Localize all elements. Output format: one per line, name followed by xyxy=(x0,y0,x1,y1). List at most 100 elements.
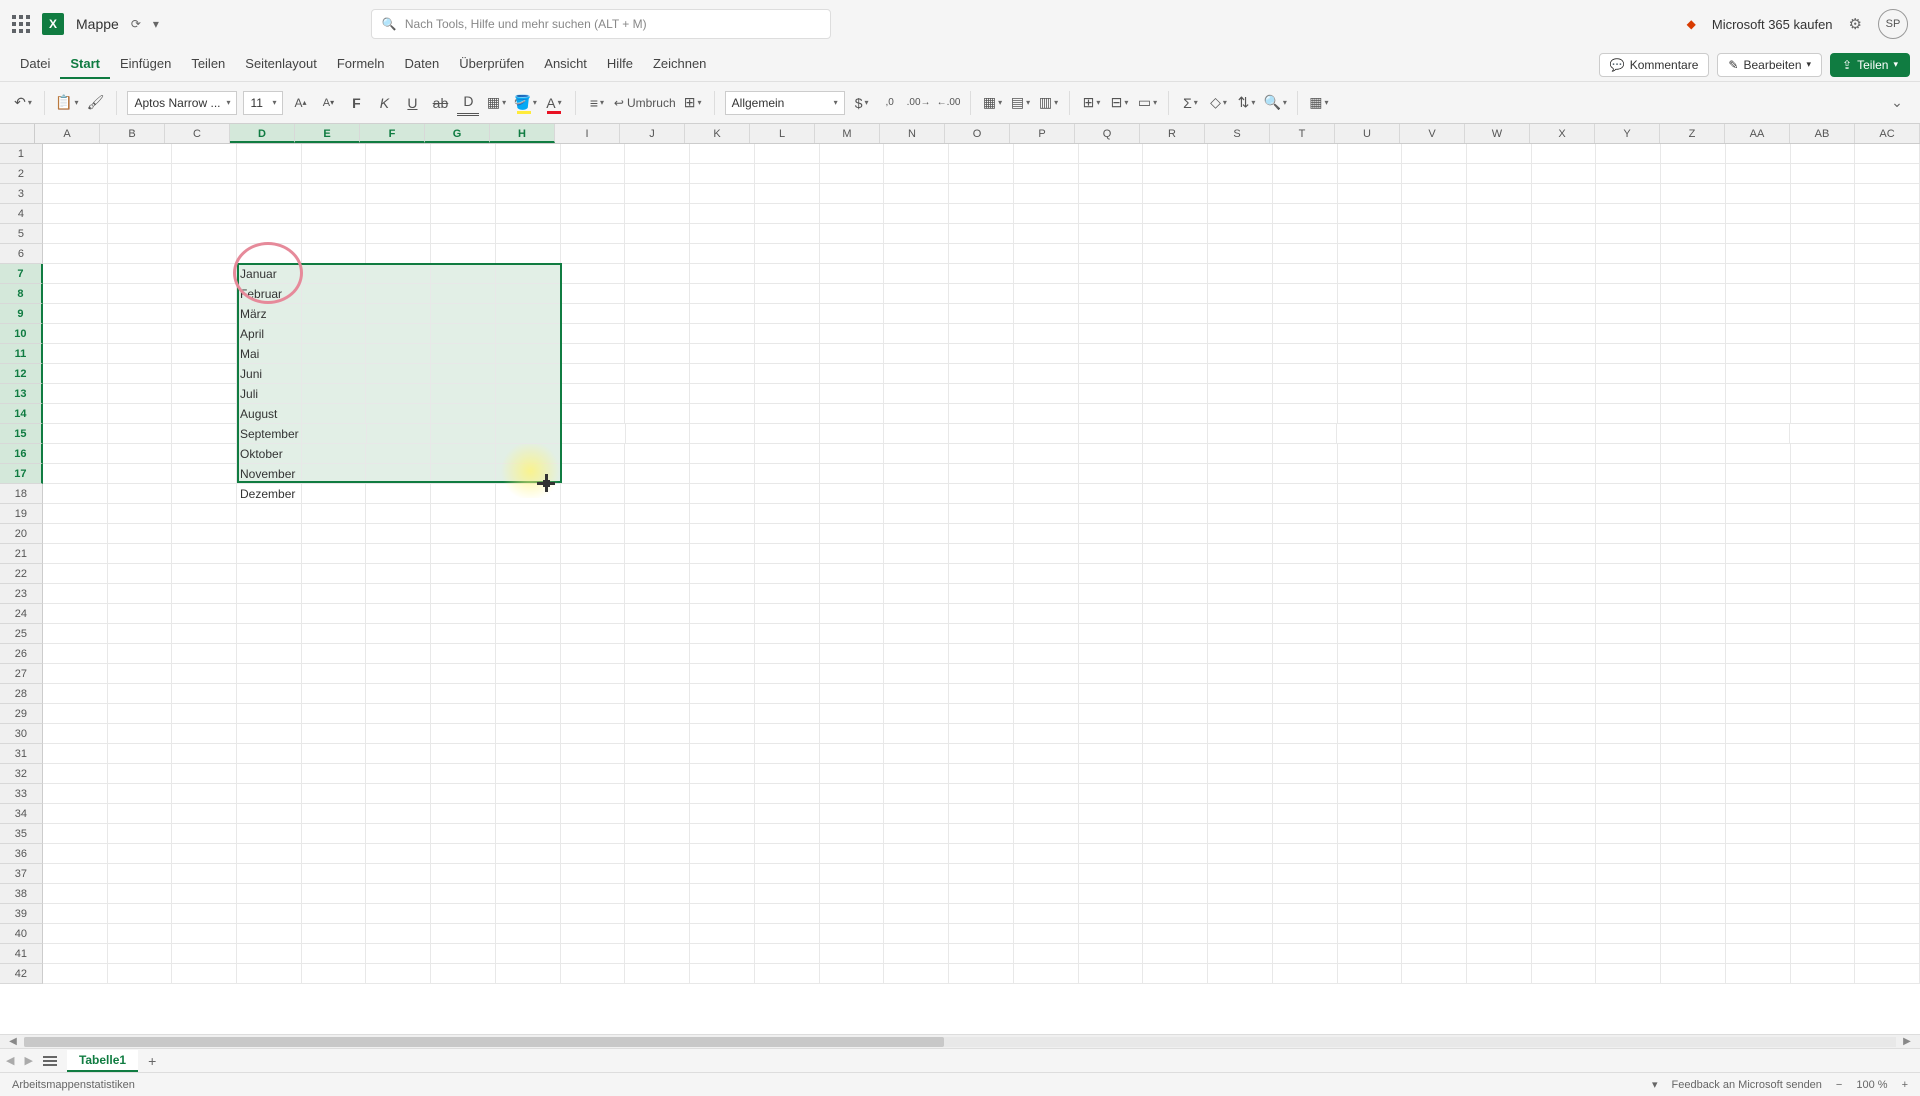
cell[interactable] xyxy=(820,384,885,404)
cell[interactable] xyxy=(1467,924,1532,944)
cell[interactable] xyxy=(1661,424,1726,444)
row-header[interactable]: 16 xyxy=(0,444,43,464)
cell[interactable] xyxy=(1273,644,1338,664)
cell[interactable] xyxy=(1079,604,1144,624)
cell[interactable] xyxy=(1532,724,1597,744)
cell[interactable] xyxy=(755,284,820,304)
cell[interactable] xyxy=(1726,384,1791,404)
cell[interactable] xyxy=(1273,924,1338,944)
cell[interactable] xyxy=(431,684,496,704)
cell[interactable] xyxy=(1273,764,1338,784)
cell[interactable] xyxy=(1661,384,1726,404)
cell[interactable] xyxy=(1208,264,1273,284)
cell[interactable] xyxy=(1079,624,1144,644)
cell[interactable] xyxy=(108,284,173,304)
cell[interactable] xyxy=(755,684,820,704)
cell[interactable] xyxy=(561,404,626,424)
cell[interactable] xyxy=(561,184,626,204)
cell[interactable] xyxy=(1079,264,1144,284)
cell[interactable] xyxy=(1726,524,1791,544)
cell[interactable] xyxy=(1014,324,1079,344)
cell[interactable] xyxy=(1532,164,1597,184)
cell[interactable] xyxy=(1532,524,1597,544)
column-header[interactable]: M xyxy=(815,124,880,143)
cell[interactable] xyxy=(1661,864,1726,884)
cell[interactable] xyxy=(625,564,690,584)
cell[interactable] xyxy=(1596,564,1661,584)
cell[interactable] xyxy=(1338,444,1403,464)
cell[interactable] xyxy=(755,664,820,684)
column-header[interactable]: AB xyxy=(1790,124,1855,143)
cell[interactable] xyxy=(755,564,820,584)
cell[interactable] xyxy=(1661,624,1726,644)
cell[interactable] xyxy=(496,564,561,584)
cell[interactable] xyxy=(884,804,949,824)
row-header[interactable]: 30 xyxy=(0,724,43,744)
row-header[interactable]: 6 xyxy=(0,244,43,264)
cell[interactable] xyxy=(1143,864,1208,884)
cell[interactable] xyxy=(625,384,690,404)
cell[interactable] xyxy=(820,544,885,564)
cell[interactable] xyxy=(237,924,302,944)
cell[interactable] xyxy=(1143,624,1208,644)
cell[interactable] xyxy=(431,384,496,404)
cell[interactable] xyxy=(1791,844,1856,864)
cell[interactable] xyxy=(949,344,1014,364)
cell[interactable] xyxy=(1208,684,1273,704)
cell[interactable] xyxy=(1208,484,1273,504)
cell[interactable] xyxy=(1532,744,1597,764)
cell[interactable] xyxy=(1596,404,1661,424)
cell[interactable] xyxy=(1208,864,1273,884)
cell[interactable] xyxy=(625,804,690,824)
cell[interactable] xyxy=(1661,324,1726,344)
cell[interactable] xyxy=(1402,364,1467,384)
cell[interactable] xyxy=(1467,644,1532,664)
cell[interactable] xyxy=(1791,144,1856,164)
cell[interactable] xyxy=(302,164,367,184)
cell[interactable] xyxy=(820,344,885,364)
cell[interactable] xyxy=(237,724,302,744)
cell[interactable] xyxy=(1079,924,1144,944)
cell[interactable] xyxy=(1014,144,1079,164)
cell[interactable] xyxy=(884,444,949,464)
cell[interactable] xyxy=(1467,244,1532,264)
cell[interactable] xyxy=(1273,844,1338,864)
cell[interactable] xyxy=(561,604,626,624)
cell[interactable] xyxy=(496,264,561,284)
cell[interactable] xyxy=(1855,784,1920,804)
menu-item-datei[interactable]: Datei xyxy=(10,50,60,79)
cell[interactable] xyxy=(561,724,626,744)
cell[interactable] xyxy=(561,224,626,244)
cell[interactable] xyxy=(172,944,237,964)
cell[interactable] xyxy=(1143,204,1208,224)
cell[interactable] xyxy=(690,664,755,684)
cell[interactable] xyxy=(820,824,885,844)
cell[interactable] xyxy=(431,524,496,544)
cell[interactable] xyxy=(172,624,237,644)
cell[interactable] xyxy=(1661,164,1726,184)
cell[interactable] xyxy=(1855,564,1920,584)
cell[interactable] xyxy=(496,284,561,304)
cell[interactable] xyxy=(1143,264,1208,284)
cell[interactable] xyxy=(1273,204,1338,224)
cell[interactable] xyxy=(1596,824,1661,844)
cell[interactable] xyxy=(690,444,755,464)
cell[interactable] xyxy=(1208,724,1273,744)
cell[interactable] xyxy=(884,864,949,884)
cell[interactable] xyxy=(172,404,237,424)
cell[interactable] xyxy=(108,564,173,584)
cell[interactable] xyxy=(302,944,367,964)
cell[interactable] xyxy=(690,144,755,164)
cell[interactable] xyxy=(366,764,431,784)
cell[interactable] xyxy=(1726,144,1791,164)
cell[interactable] xyxy=(431,824,496,844)
cell[interactable] xyxy=(1014,524,1079,544)
cell[interactable] xyxy=(1791,184,1856,204)
cell[interactable] xyxy=(884,144,949,164)
cell[interactable] xyxy=(949,944,1014,964)
cell[interactable] xyxy=(1079,524,1144,544)
cell[interactable] xyxy=(625,224,690,244)
cell[interactable] xyxy=(1596,684,1661,704)
cell[interactable] xyxy=(949,484,1014,504)
cell[interactable] xyxy=(108,664,173,684)
